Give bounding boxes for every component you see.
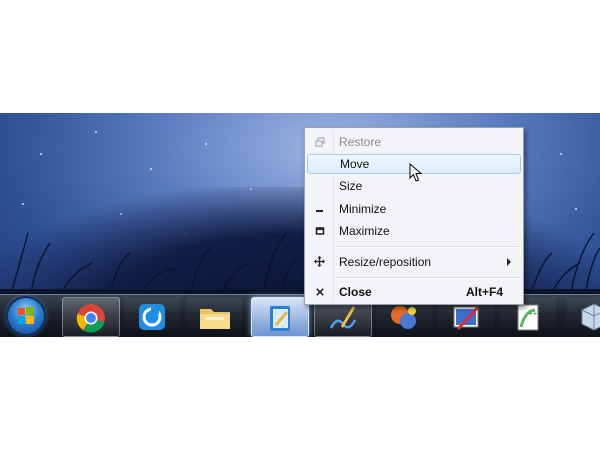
menu-item-label: Size xyxy=(339,179,363,193)
menu-item-label: Maximize xyxy=(339,224,390,238)
menu-item-close[interactable]: Close Alt+F4 xyxy=(307,282,521,302)
minimize-icon xyxy=(316,210,323,212)
notebook-icon xyxy=(270,306,290,331)
rocketdock-icon xyxy=(139,304,165,330)
picture-edit-icon xyxy=(453,305,480,331)
folder-icon xyxy=(200,309,230,329)
maximize-icon xyxy=(315,227,325,235)
window-context-menu: Restore Move Size Minimize Maximize Resi… xyxy=(304,127,524,305)
chrome-icon xyxy=(76,304,105,333)
submenu-arrow-icon xyxy=(507,258,511,266)
taskbar-app-explorer[interactable] xyxy=(186,297,242,335)
menu-item-shortcut: Alt+F4 xyxy=(465,285,503,299)
svg-text:++: ++ xyxy=(528,309,538,318)
windows-logo-icon xyxy=(18,307,34,324)
paint-icon xyxy=(391,306,416,329)
menu-item-resize-reposition[interactable]: Resize/reposition xyxy=(307,252,521,272)
menu-item-label: Minimize xyxy=(339,202,387,216)
taskbar-app-notes[interactable] xyxy=(251,297,309,337)
notepad-plus-icon: ++ xyxy=(517,304,539,331)
menu-separator xyxy=(335,246,519,248)
menu-item-label: Restore xyxy=(339,135,382,149)
start-button[interactable] xyxy=(8,298,44,334)
menu-item-label: Close xyxy=(339,285,372,299)
virtualbox-icon xyxy=(581,303,600,331)
taskbar-app-virtualbox[interactable] xyxy=(566,297,600,335)
move-arrows-icon xyxy=(314,256,325,267)
menu-item-label: Move xyxy=(340,157,370,171)
menu-item-maximize[interactable]: Maximize xyxy=(307,221,521,241)
menu-separator xyxy=(335,277,519,279)
menu-item-minimize[interactable]: Minimize xyxy=(307,199,521,219)
pen-signature-icon xyxy=(329,306,357,329)
menu-item-label: Resize/reposition xyxy=(339,255,432,269)
close-x-icon xyxy=(316,288,324,296)
mouse-pointer-icon xyxy=(409,163,423,182)
taskbar-app-rocketdock[interactable] xyxy=(124,297,180,335)
menu-item-restore[interactable]: Restore xyxy=(307,132,521,152)
restore-icon xyxy=(315,137,325,147)
taskbar-app-chrome[interactable] xyxy=(62,297,120,337)
